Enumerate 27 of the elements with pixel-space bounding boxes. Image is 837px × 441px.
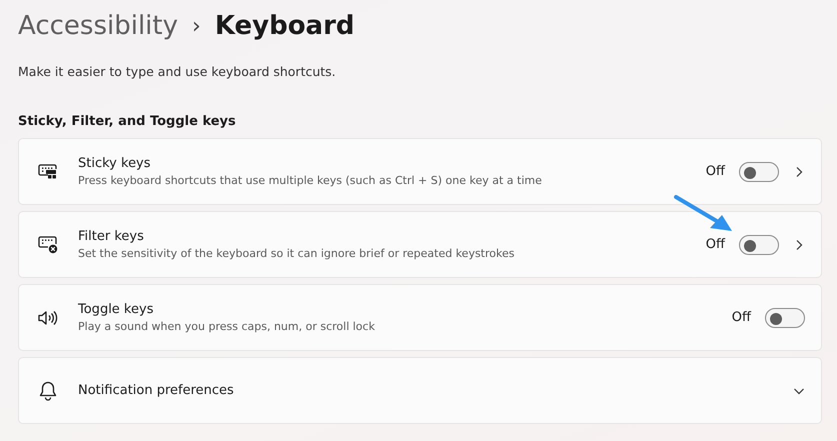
setting-description: Play a sound when you press caps, num, or scroll lock [78,320,376,333]
toggle-switch[interactable] [739,162,779,182]
page-title: Keyboard [214,11,355,41]
toggle-state-label: Off [706,164,725,179]
page-description: Make it easier to type and use keyboard shortcuts. [18,64,337,79]
setting-description: Press keyboard shortcuts that use multiple keys (such as Ctrl + S) one key at a time [78,174,543,187]
toggle-switch[interactable] [739,234,779,254]
keyboard-icon [38,164,58,180]
setting-title: Notification preferences [78,383,235,398]
breadcrumb-link[interactable]: Accessibility [18,11,178,41]
setting-description: Set the sensitivity of the keyboard so it can ignore brief or repeated keystrokes [78,247,516,260]
toggle-switch[interactable] [765,308,805,328]
toggle-state-label: Off [706,237,725,252]
toggle-state-label: Off [732,310,751,325]
annotation-arrow [674,195,734,233]
setting-title: Toggle keys [78,302,154,317]
setting-card[interactable]: Notification preferences [18,357,822,424]
setting-title: Sticky keys [78,156,152,171]
section-title: Sticky, Filter, and Toggle keys [18,114,237,129]
keyboard-icon [38,236,58,254]
setting-card[interactable]: Filter keys Set the sensitivity of the keyboard so it can ignore brief or repeated keystrokes Off [18,211,822,278]
setting-title: Filter keys [78,229,145,244]
speaker-icon [38,310,58,326]
setting-card[interactable]: Toggle keys Play a sound when you press caps, num, or scroll lock Off [18,284,822,351]
breadcrumb-separator: › [192,14,201,38]
setting-card[interactable]: Sticky keys Press keyboard shortcuts that use multiple keys (such as Ctrl + S) one key at a time Off [18,138,822,205]
bell-icon [39,380,57,400]
